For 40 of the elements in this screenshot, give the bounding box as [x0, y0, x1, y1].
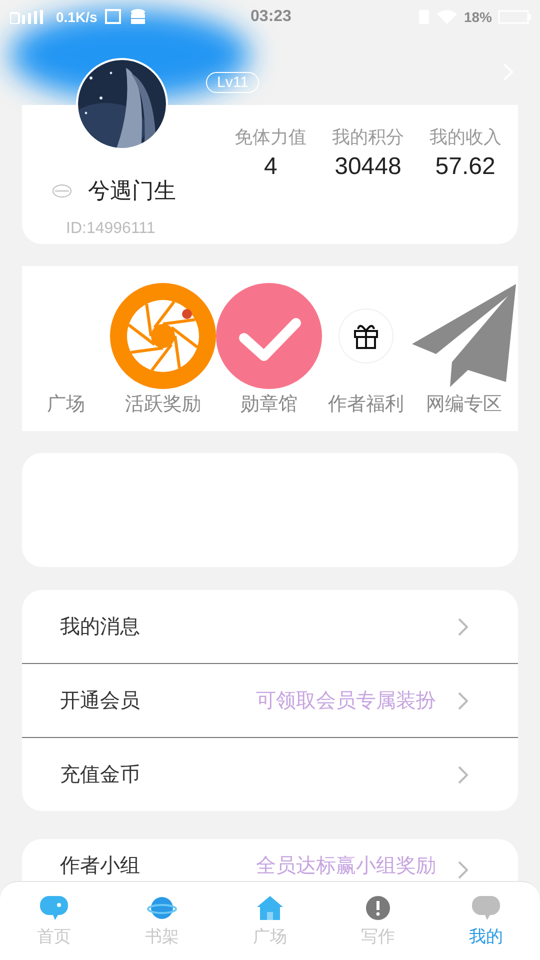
tab[interactable]: 我的 [432, 882, 540, 960]
stat-label: 我的收入 [429, 126, 502, 149]
menu-note: 可领取会员专属装扮 [256, 687, 436, 714]
stat-value: 30448 [334, 153, 402, 181]
user-id: ID:14996111 [65, 220, 156, 238]
badge-icon [52, 184, 72, 198]
network-speed: 0.1K/s [56, 9, 98, 25]
screenshot-icon [103, 8, 124, 26]
aperture-icon[interactable] [110, 283, 216, 389]
stat-label: 免体力值 [234, 126, 307, 149]
planet-icon [147, 894, 177, 920]
stat-value: 57.62 [435, 153, 496, 181]
chevron-right-icon [458, 692, 468, 710]
database-icon [129, 8, 148, 26]
chevron-right-icon [458, 766, 468, 784]
chat-bubble-icon [39, 894, 69, 920]
shortcut-label[interactable]: 网编专区 [426, 391, 502, 417]
user-name: 兮遇门生 [88, 178, 176, 206]
alert-icon [363, 894, 393, 920]
paper-plane-icon[interactable] [410, 282, 518, 390]
clock: 03:23 [250, 8, 292, 26]
level-badge: Lv11 [206, 72, 260, 93]
battery-percent: 18% [464, 9, 492, 25]
chevron-right-icon [458, 861, 468, 879]
gift-icon[interactable] [338, 308, 394, 364]
shortcut-label[interactable]: 活跃奖励 [125, 391, 201, 417]
stat-label: 我的积分 [332, 126, 404, 149]
menu-item[interactable]: 我的消息 [60, 613, 140, 640]
chat-bubble-icon [471, 894, 501, 920]
chevron-right-icon [458, 618, 468, 636]
menu-item[interactable]: 充值金币 [60, 761, 140, 788]
menu-note: 全员达标赢小组奖励 [256, 852, 436, 879]
shortcut-label[interactable]: 作者福利 [328, 391, 404, 417]
menu-item[interactable]: 开通会员 [60, 687, 140, 714]
checkmark-icon[interactable] [216, 283, 322, 389]
stat-value: 4 [264, 153, 278, 181]
shortcut-label[interactable]: 广场 [47, 391, 85, 417]
shortcut-label[interactable]: 勋章馆 [240, 391, 298, 417]
menu-item[interactable]: 作者小组 [60, 852, 140, 879]
home-icon [255, 894, 285, 920]
